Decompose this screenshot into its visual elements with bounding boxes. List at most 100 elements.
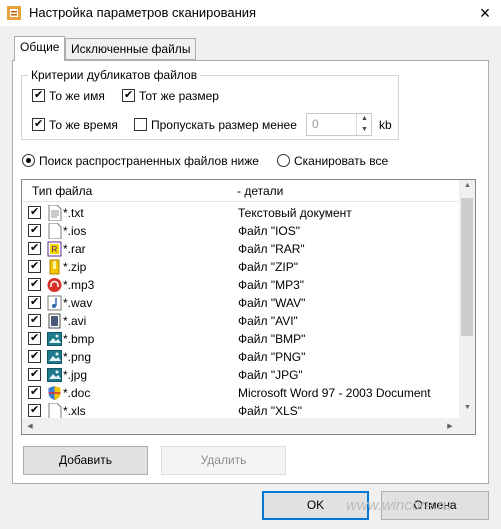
scroll-thumb[interactable]: [461, 198, 473, 336]
row-details: Файл "IOS": [238, 224, 301, 238]
row-extension: *.xls: [63, 404, 86, 418]
row-extension: *.txt: [63, 206, 84, 220]
row-extension: *.rar: [63, 242, 86, 256]
window-title: Настройка параметров сканирования: [29, 5, 257, 20]
row-details: Файл "MP3": [238, 278, 305, 292]
column-details[interactable]: - детали: [237, 184, 283, 198]
list-item[interactable]: *.png Файл "PNG": [22, 348, 458, 366]
list-item[interactable]: R *.rar Файл "RAR": [22, 240, 458, 258]
skip-size-label: Пропускать размер менее: [151, 118, 297, 132]
common-files-label: Поиск распространенных файлов ниже: [39, 154, 259, 168]
size-unit: kb: [379, 118, 392, 132]
list-item[interactable]: *.jpg Файл "JPG": [22, 366, 458, 384]
scroll-corner: [459, 418, 475, 434]
spin-down-icon[interactable]: ▼: [357, 125, 372, 135]
row-extension: *.png: [63, 350, 92, 364]
vertical-scrollbar[interactable]: ▲ ▼: [459, 180, 475, 419]
shield-icon: [47, 385, 62, 401]
same-size-checkbox[interactable]: [122, 88, 135, 102]
row-checkbox[interactable]: [28, 313, 41, 327]
row-checkbox[interactable]: [28, 367, 41, 381]
same-size-label: Тот же размер: [139, 89, 219, 103]
svg-text:R: R: [52, 245, 58, 254]
column-file-type[interactable]: Тип файла: [32, 184, 92, 198]
row-details: Файл "JPG": [238, 368, 303, 382]
tab-label: Исключенные файлы: [71, 42, 191, 56]
common-files-radio[interactable]: [22, 154, 35, 167]
row-details: Файл "BMP": [238, 332, 306, 346]
row-checkbox[interactable]: [28, 403, 41, 417]
row-checkbox[interactable]: [28, 205, 41, 219]
file-type-list[interactable]: Тип файла - детали *.txt Текстовый докуме…: [21, 179, 476, 435]
image-file-icon: [47, 349, 62, 365]
music-note-icon: [47, 295, 62, 311]
row-details: Файл "PNG": [238, 350, 306, 364]
scan-all-radio[interactable]: [277, 154, 290, 167]
row-checkbox[interactable]: [28, 331, 41, 345]
same-name-label: То же имя: [49, 89, 105, 103]
zip-archive-icon: [47, 259, 62, 275]
remove-button[interactable]: Удалить: [161, 446, 286, 475]
row-details: Файл "RAR": [238, 242, 305, 256]
app-icon: [7, 6, 21, 20]
scroll-right-icon[interactable]: ▶: [444, 422, 456, 430]
list-item[interactable]: *.zip Файл "ZIP": [22, 258, 458, 276]
row-extension: *.ios: [63, 224, 87, 238]
row-extension: *.bmp: [63, 332, 95, 346]
image-file-icon: [47, 367, 62, 383]
row-checkbox[interactable]: [28, 241, 41, 255]
text-file-icon: [47, 204, 62, 222]
headphones-icon: [47, 277, 62, 293]
row-details: Файл "AVI": [238, 314, 298, 328]
list-header: Тип файла - детали: [22, 180, 458, 202]
row-details: Файл "WAV": [238, 296, 306, 310]
row-checkbox[interactable]: [28, 349, 41, 363]
same-time-checkbox[interactable]: [32, 117, 45, 131]
add-button[interactable]: Добавить: [23, 446, 148, 475]
blank-file-icon: [47, 402, 62, 420]
size-value: 0: [312, 117, 319, 131]
row-extension: *.jpg: [63, 368, 88, 382]
tab-excluded-files[interactable]: Исключенные файлы: [65, 38, 197, 60]
list-item[interactable]: *.mp3 Файл "MP3": [22, 276, 458, 294]
row-details: Microsoft Word 97 - 2003 Document: [238, 386, 431, 400]
criteria-legend: Критерии дубликатов файлов: [28, 68, 201, 82]
close-icon[interactable]: ×: [470, 1, 500, 25]
blank-file-icon: [47, 222, 62, 240]
scroll-up-icon[interactable]: ▲: [459, 182, 475, 189]
row-extension: *.avi: [63, 314, 87, 328]
scan-all-label: Сканировать все: [294, 154, 389, 168]
row-extension: *.zip: [63, 260, 87, 274]
tab-general[interactable]: Общие: [14, 36, 66, 61]
row-checkbox[interactable]: [28, 295, 41, 309]
list-item[interactable]: *.ios Файл "IOS": [22, 222, 458, 240]
scroll-left-icon[interactable]: ◀: [24, 422, 36, 430]
spinner-buttons: ▲ ▼: [356, 114, 372, 135]
scroll-down-icon[interactable]: ▼: [459, 404, 475, 411]
list-item[interactable]: *.bmp Файл "BMP": [22, 330, 458, 348]
skip-size-checkbox[interactable]: [134, 118, 147, 131]
title-bar: Настройка параметров сканирования ×: [0, 0, 501, 26]
image-file-icon: [47, 331, 62, 347]
row-extension: *.doc: [63, 386, 91, 400]
row-extension: *.wav: [63, 296, 93, 310]
row-details: Файл "ZIP": [238, 260, 299, 274]
row-details: Текстовый документ: [238, 206, 352, 220]
row-checkbox[interactable]: [28, 277, 41, 291]
list-item[interactable]: *.avi Файл "AVI": [22, 312, 458, 330]
row-checkbox[interactable]: [28, 223, 41, 237]
row-checkbox[interactable]: [28, 385, 41, 399]
same-name-checkbox[interactable]: [32, 88, 45, 102]
rar-archive-icon: R: [47, 241, 62, 257]
video-file-icon: [47, 313, 62, 329]
list-item[interactable]: *.txt Текстовый документ: [22, 204, 458, 222]
spin-up-icon[interactable]: ▲: [357, 114, 372, 124]
size-spinner[interactable]: 0 ▲ ▼: [306, 113, 372, 136]
row-checkbox[interactable]: [28, 259, 41, 273]
list-item[interactable]: *.doc Microsoft Word 97 - 2003 Document: [22, 384, 458, 402]
tab-label: Общие: [20, 40, 60, 54]
row-details: Файл "XLS": [238, 404, 303, 418]
horizontal-scrollbar[interactable]: ◀ ▶: [22, 418, 459, 434]
list-item[interactable]: *.wav Файл "WAV": [22, 294, 458, 312]
watermark: www.wincore.ru: [346, 497, 452, 514]
